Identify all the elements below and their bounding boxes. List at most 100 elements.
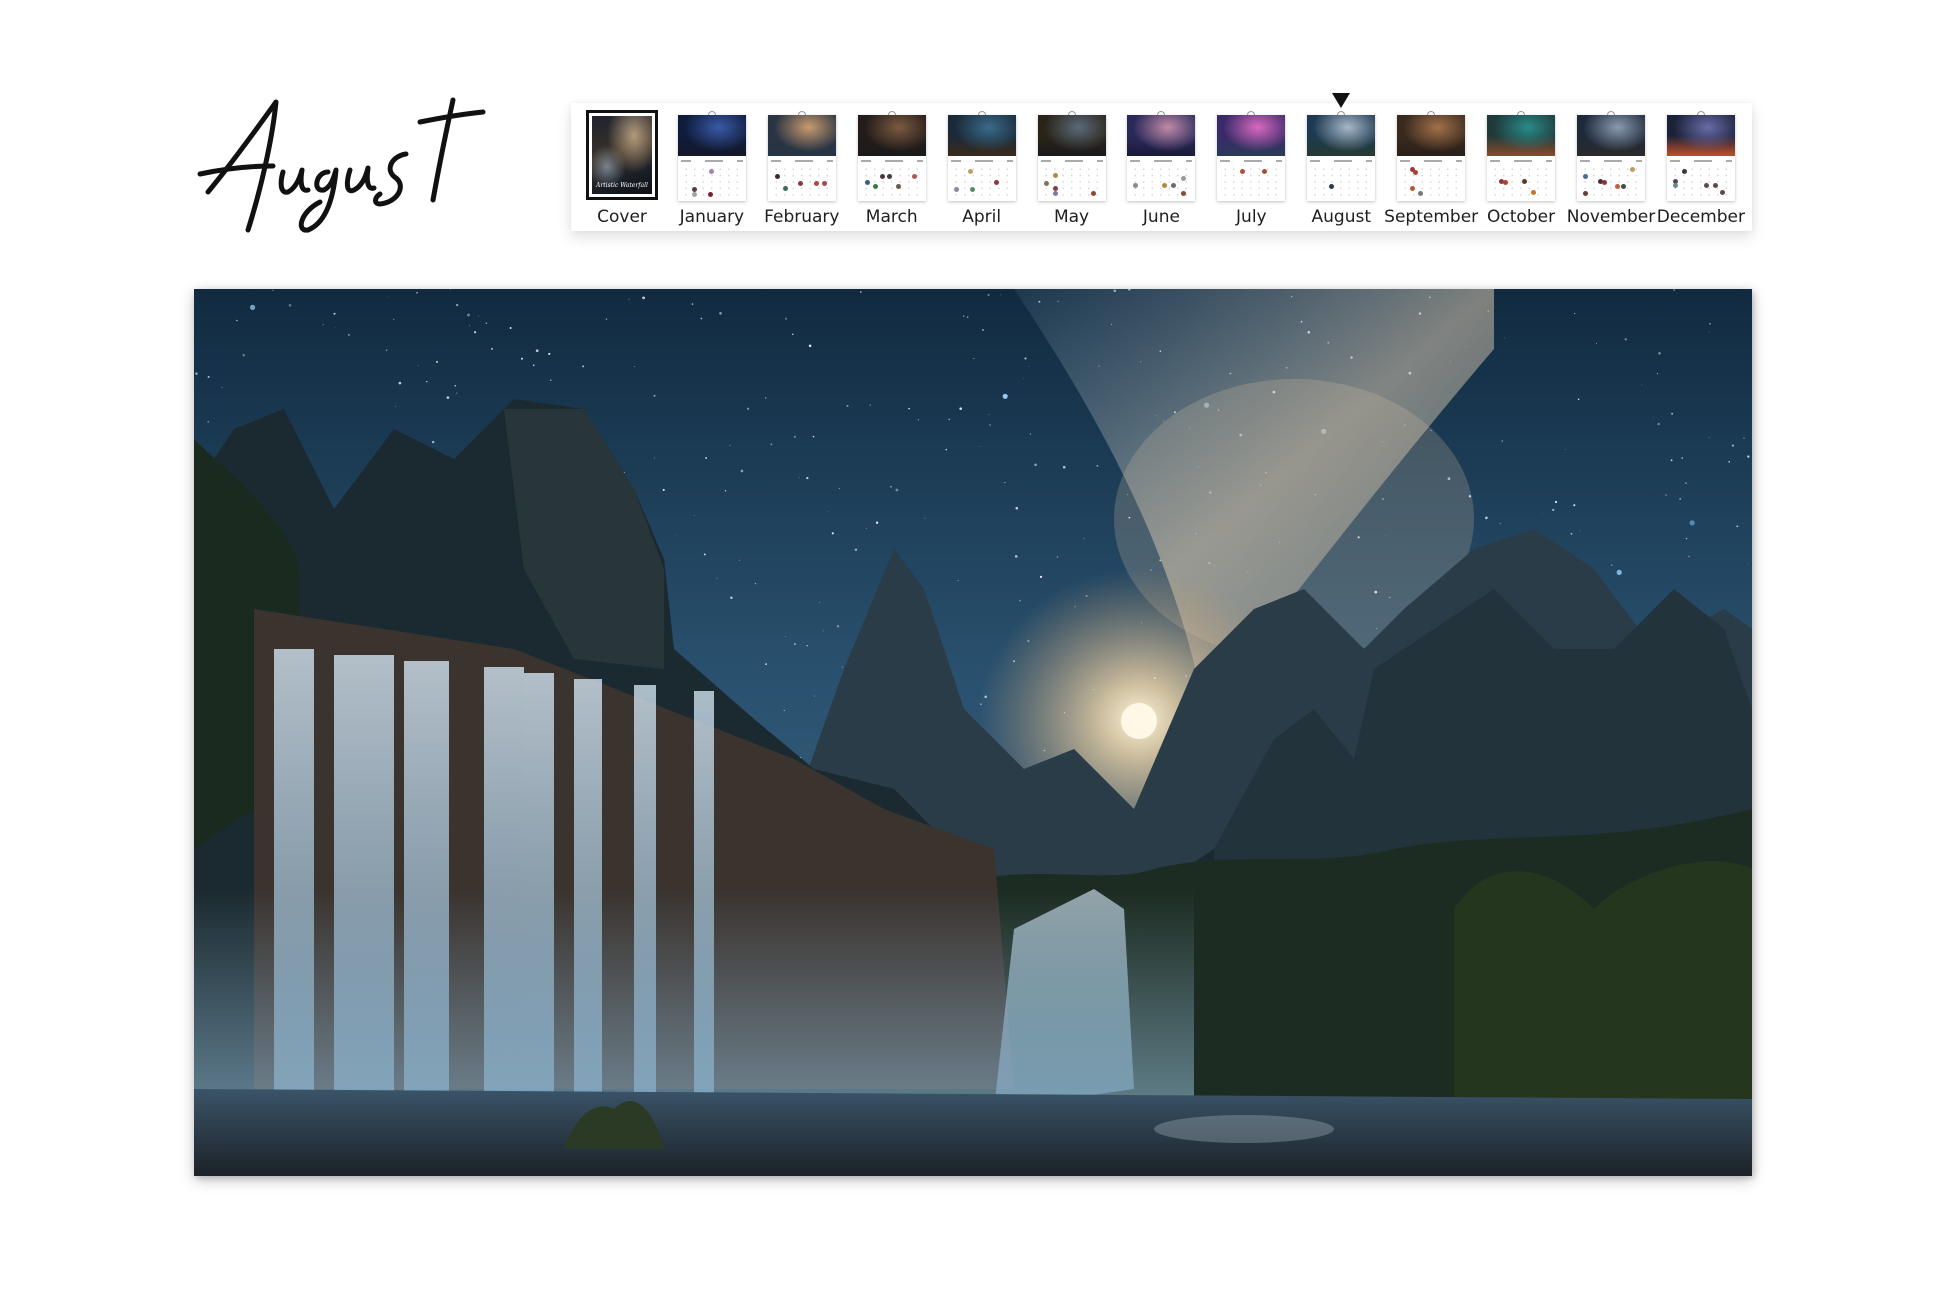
star bbox=[322, 323, 324, 326]
event-dot bbox=[1052, 173, 1058, 178]
palm-cluster bbox=[1454, 861, 1752, 1139]
event-dot bbox=[1682, 168, 1688, 174]
star bbox=[828, 511, 830, 512]
star bbox=[1673, 289, 1675, 291]
star bbox=[1747, 455, 1750, 458]
star bbox=[691, 303, 694, 305]
star bbox=[456, 392, 458, 394]
star bbox=[242, 353, 245, 357]
event-dot bbox=[879, 174, 885, 180]
star bbox=[973, 357, 975, 360]
calendar-photo bbox=[1127, 115, 1196, 156]
star bbox=[917, 419, 919, 421]
star bbox=[509, 327, 512, 329]
star bbox=[841, 666, 843, 668]
star bbox=[895, 488, 899, 492]
star bbox=[890, 485, 892, 488]
star bbox=[1574, 312, 1576, 315]
star bbox=[1015, 506, 1019, 510]
star bbox=[432, 440, 435, 444]
star bbox=[836, 625, 840, 628]
month-title: August bbox=[188, 82, 488, 242]
star bbox=[819, 602, 821, 603]
star bbox=[416, 291, 419, 294]
calendar-photo bbox=[1576, 115, 1645, 156]
star bbox=[966, 316, 969, 318]
star bbox=[1624, 338, 1627, 341]
star bbox=[1503, 337, 1505, 339]
month-title-script bbox=[197, 97, 486, 233]
star bbox=[865, 527, 867, 529]
event-dot bbox=[1170, 182, 1176, 188]
star bbox=[628, 298, 630, 300]
event-dot bbox=[1630, 167, 1636, 173]
event-dot bbox=[1621, 184, 1627, 190]
star bbox=[979, 446, 980, 447]
calendar-grid bbox=[1221, 166, 1282, 198]
calendar-header bbox=[860, 158, 923, 163]
star bbox=[250, 304, 256, 310]
calendar-page-thumbnail bbox=[1666, 111, 1735, 201]
calendar-header bbox=[1310, 158, 1373, 163]
star bbox=[1083, 537, 1085, 539]
star bbox=[812, 435, 815, 438]
star bbox=[236, 319, 238, 322]
star bbox=[385, 349, 388, 351]
star bbox=[981, 328, 984, 331]
calendar-page-thumbnail bbox=[947, 111, 1016, 201]
star bbox=[653, 394, 656, 397]
star bbox=[473, 331, 477, 334]
event-dot bbox=[1417, 191, 1423, 197]
star bbox=[195, 372, 198, 375]
event-dot bbox=[1672, 182, 1678, 188]
star bbox=[719, 311, 722, 315]
calendar-photo bbox=[677, 115, 746, 156]
star bbox=[798, 477, 800, 479]
star bbox=[738, 559, 740, 561]
star bbox=[1685, 537, 1688, 540]
moon bbox=[1121, 703, 1157, 739]
selected-indicator-icon bbox=[1332, 93, 1351, 108]
star bbox=[548, 352, 551, 355]
star bbox=[1616, 569, 1622, 575]
event-dot bbox=[1090, 191, 1096, 197]
star bbox=[485, 322, 487, 324]
star bbox=[822, 630, 824, 632]
river bbox=[194, 1089, 1752, 1176]
calendar-grid bbox=[1491, 166, 1552, 198]
star bbox=[846, 404, 849, 407]
star bbox=[1685, 482, 1687, 484]
event-dot bbox=[1582, 191, 1588, 197]
star bbox=[1024, 357, 1027, 360]
star bbox=[1731, 444, 1734, 447]
star bbox=[869, 404, 871, 406]
event-dot bbox=[708, 168, 714, 174]
calendar-header bbox=[1490, 158, 1553, 163]
star bbox=[703, 553, 706, 556]
star bbox=[634, 365, 636, 367]
star bbox=[700, 317, 703, 320]
calendar-photo bbox=[1217, 115, 1286, 156]
star bbox=[1014, 555, 1018, 558]
star bbox=[1708, 437, 1710, 438]
cover-title: Artistic Waterfall bbox=[596, 182, 648, 189]
star bbox=[962, 315, 965, 317]
calendar-grid bbox=[1401, 166, 1462, 198]
event-dot bbox=[1410, 185, 1416, 191]
star bbox=[1595, 342, 1598, 345]
star bbox=[1501, 440, 1504, 442]
star bbox=[387, 296, 389, 298]
event-dot bbox=[707, 191, 713, 197]
event-dot bbox=[1712, 182, 1718, 188]
event-dot bbox=[1601, 180, 1607, 185]
calendar-header bbox=[1130, 158, 1193, 163]
cover-image: Artistic Waterfall bbox=[592, 116, 652, 194]
thumbnail-december[interactable]: December bbox=[1657, 103, 1745, 231]
event-dot bbox=[813, 181, 819, 187]
calendar-header bbox=[770, 158, 833, 163]
calendar-page-thumbnail bbox=[767, 111, 836, 201]
star bbox=[1039, 575, 1043, 579]
star bbox=[1023, 378, 1024, 380]
star bbox=[398, 381, 402, 385]
star bbox=[924, 517, 926, 519]
